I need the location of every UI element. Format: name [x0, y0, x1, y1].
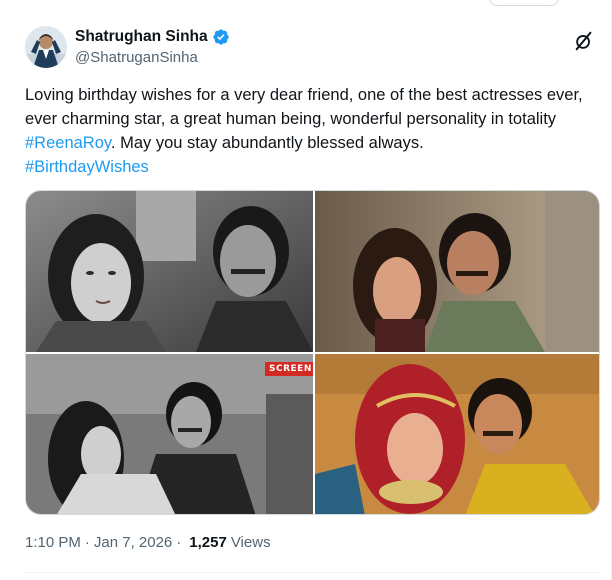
top-partial-button[interactable] — [488, 0, 560, 6]
post-date[interactable]: Jan 7, 2026 — [94, 534, 172, 551]
media-grid: SCREEN — [25, 190, 600, 515]
screen-watermark-badge: SCREEN — [265, 362, 313, 376]
post-time[interactable]: 1:10 PM — [25, 534, 81, 551]
views-count: 1,257 — [189, 534, 227, 551]
media-photo-4[interactable] — [315, 354, 599, 514]
verified-badge-icon — [212, 29, 229, 45]
post-text-segment: . May you stay abundantly blessed always… — [110, 134, 424, 152]
avatar[interactable] — [25, 26, 67, 68]
author-name-row: Shatrughan Sinha — [75, 28, 230, 46]
divider — [25, 572, 600, 573]
post-text: Loving birthday wishes for a very dear f… — [25, 83, 597, 179]
hashtag-link[interactable]: #ReenaRoy — [25, 134, 111, 152]
grok-slash-icon[interactable] — [573, 30, 595, 52]
meta-separator: · — [176, 534, 182, 551]
hashtag-link[interactable]: #BirthdayWishes — [25, 158, 149, 176]
media-photo-2[interactable] — [315, 191, 599, 352]
author-handle[interactable]: @ShatruganSinha — [75, 49, 198, 66]
meta-separator: · — [84, 534, 90, 551]
author-display-name[interactable]: Shatrughan Sinha — [75, 28, 208, 46]
post-header: Shatrughan Sinha @ShatruganSinha — [25, 26, 595, 70]
views-label: Views — [230, 534, 271, 551]
post-text-segment: Loving birthday wishes for a very dear f… — [25, 86, 583, 128]
post-metadata: 1:10 PM · Jan 7, 2026 · 1,257 Views — [25, 534, 271, 551]
media-photo-3[interactable]: SCREEN — [26, 354, 313, 514]
media-photo-1[interactable] — [26, 191, 313, 352]
